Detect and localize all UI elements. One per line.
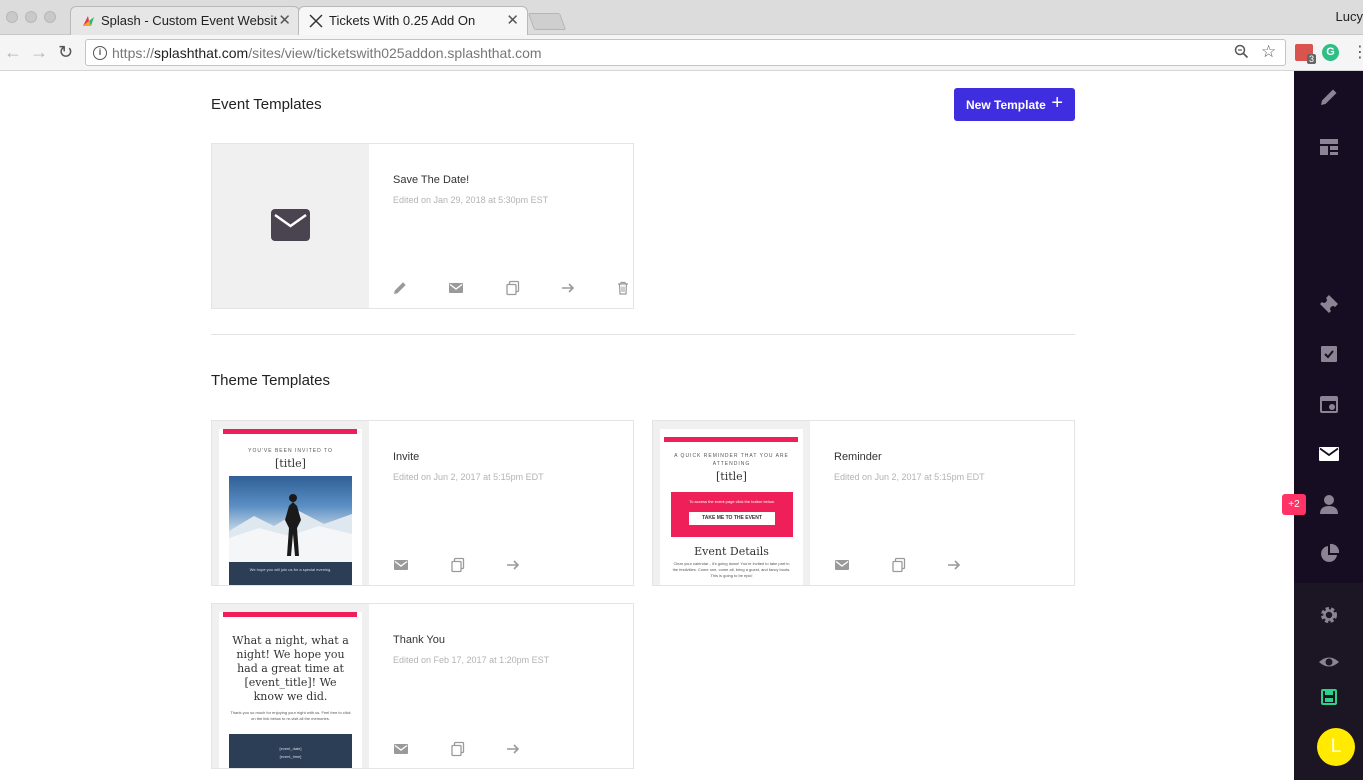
theme-template-card-thank-you[interactable]: What a night, what a night! We hope you … xyxy=(211,603,634,769)
thumb-title: [title] xyxy=(275,457,306,470)
send-email-icon[interactable] xyxy=(393,557,409,573)
plus-icon: + xyxy=(1051,92,1063,114)
template-title: Reminder xyxy=(834,451,882,463)
send-email-icon[interactable] xyxy=(393,741,409,757)
duplicate-icon[interactable] xyxy=(505,280,521,296)
zoom-icon[interactable] xyxy=(1234,44,1249,63)
thumb-kicker: YOU'VE BEEN INVITED TO xyxy=(248,448,333,454)
thumb-cta-text: To access the event page click the butto… xyxy=(689,499,775,504)
section-divider xyxy=(211,334,1075,335)
layout-icon[interactable] xyxy=(1294,136,1363,163)
event-templates-heading: Event Templates xyxy=(211,96,322,113)
info-icon[interactable]: i xyxy=(93,46,107,60)
close-icon[interactable]: ✕ xyxy=(278,11,291,29)
email-preview: A QUICK REMINDER THAT YOU ARE ATTENDING … xyxy=(660,429,803,585)
editor-sidebar xyxy=(1294,71,1363,780)
thumb-kicker: A QUICK REMINDER THAT YOU ARE ATTENDING xyxy=(674,453,789,467)
arrow-right-icon[interactable] xyxy=(560,280,576,296)
extension-badge-icon[interactable]: 3 xyxy=(1295,44,1316,64)
tab-title: Tickets With 0.25 Add On xyxy=(329,13,476,28)
settings-gear-icon[interactable] xyxy=(1294,604,1363,631)
thumb-footer-text: We hope you will join us for a special e… xyxy=(249,567,332,572)
forward-arrow-icon[interactable]: → xyxy=(30,42,48,63)
thumb-footer-block: We hope you will join us for a special e… xyxy=(229,562,352,585)
checkin-icon[interactable] xyxy=(1294,343,1363,370)
template-title: Thank You xyxy=(393,634,445,646)
thumb-body: Clear your calendar - it's going down! Y… xyxy=(672,561,791,578)
template-title: Save The Date! xyxy=(393,174,470,186)
event-template-card[interactable]: Save The Date! Edited on Jan 29, 2018 at… xyxy=(211,143,634,309)
preview-eye-icon[interactable] xyxy=(1294,651,1363,678)
browser-profile-name[interactable]: Lucy xyxy=(1336,9,1363,24)
template-edited-date: Edited on Jun 2, 2017 at 5:15pm EDT xyxy=(393,472,544,482)
close-icon[interactable]: ✕ xyxy=(506,11,519,29)
calendar-icon[interactable] xyxy=(1294,393,1363,420)
arrow-right-icon[interactable] xyxy=(505,741,521,757)
splash-favicon-icon xyxy=(81,14,95,28)
template-edited-date: Edited on Jan 29, 2018 at 5:30pm EST xyxy=(393,195,549,205)
thumb-heading: What a night, what a night! We hope you … xyxy=(232,634,349,703)
new-tab-button[interactable] xyxy=(527,13,567,30)
thumb-time: [event_time] xyxy=(279,754,302,759)
analytics-pie-icon[interactable] xyxy=(1294,543,1363,570)
notification-badge[interactable]: +2 xyxy=(1282,494,1306,515)
mountain-photo xyxy=(229,476,352,562)
avatar[interactable]: L xyxy=(1317,728,1355,766)
bookmark-star-icon[interactable]: ☆ xyxy=(1261,42,1276,62)
back-arrow-icon[interactable]: ← xyxy=(4,42,22,63)
envelope-icon xyxy=(271,209,310,246)
email-preview: What a night, what a night! We hope you … xyxy=(219,612,362,768)
thumb-date: [event_date] xyxy=(279,746,302,751)
send-email-icon[interactable] xyxy=(448,280,464,296)
edit-pencil-icon[interactable] xyxy=(392,280,408,296)
thumb-section-title: Event Details xyxy=(694,545,769,558)
reload-icon[interactable]: ↻ xyxy=(58,42,73,63)
send-email-icon[interactable] xyxy=(834,557,850,573)
address-bar[interactable]: i https://splashthat.com/sites/view/tick… xyxy=(85,39,1286,66)
new-template-button[interactable]: New Template + xyxy=(954,88,1075,121)
save-floppy-icon[interactable] xyxy=(1294,687,1363,712)
arrow-right-icon[interactable] xyxy=(946,557,962,573)
url-text[interactable]: https://splashthat.com/sites/view/ticket… xyxy=(112,45,542,61)
template-thumbnail: What a night, what a night! We hope you … xyxy=(212,604,369,768)
template-thumbnail: A QUICK REMINDER THAT YOU ARE ATTENDING … xyxy=(653,421,810,585)
browser-toolbar: ← → ↻ i https://splashthat.com/sites/vie… xyxy=(0,35,1363,71)
window-minimize-dot[interactable] xyxy=(25,11,37,23)
theme-template-card-reminder[interactable]: A QUICK REMINDER THAT YOU ARE ATTENDING … xyxy=(652,420,1075,586)
accent-bar xyxy=(223,612,357,617)
accent-bar xyxy=(664,437,798,442)
thumb-footer-block: [event_date] [event_time] xyxy=(229,734,352,768)
theme-templates-heading: Theme Templates xyxy=(211,372,330,389)
template-edited-date: Edited on Feb 17, 2017 at 1:20pm EST xyxy=(393,655,550,665)
arrow-right-icon[interactable] xyxy=(505,557,521,573)
theme-template-card-invite[interactable]: YOU'VE BEEN INVITED TO [title] We hope y… xyxy=(211,420,634,586)
email-preview: YOU'VE BEEN INVITED TO [title] We hope y… xyxy=(219,429,362,585)
template-thumbnail: YOU'VE BEEN INVITED TO [title] We hope y… xyxy=(212,421,369,585)
ticket-icon[interactable] xyxy=(1294,293,1363,320)
email-icon[interactable] xyxy=(1294,443,1363,470)
template-edited-date: Edited on Jun 2, 2017 at 5:15pm EDT xyxy=(834,472,985,482)
thumb-cta-block: To access the event page click the butto… xyxy=(671,492,793,537)
thumb-body: Thank you so much for enjoying your nigh… xyxy=(230,710,351,721)
grammarly-extension-icon[interactable]: G xyxy=(1322,44,1339,61)
crossed-tools-favicon-icon xyxy=(309,14,323,28)
browser-tab-splash[interactable]: Splash - Custom Event Websit ✕ xyxy=(70,6,300,35)
browser-tab-tickets[interactable]: Tickets With 0.25 Add On ✕ xyxy=(298,6,528,35)
window-close-dot[interactable] xyxy=(6,11,18,23)
template-title: Invite xyxy=(393,451,420,463)
thumb-title: [title] xyxy=(716,470,747,483)
window-zoom-dot[interactable] xyxy=(44,11,56,23)
thumb-cta-button: TAKE ME TO THE EVENT xyxy=(689,512,775,525)
edit-pencil-icon[interactable] xyxy=(1294,86,1363,113)
duplicate-icon[interactable] xyxy=(891,557,907,573)
browser-menu-icon[interactable]: ⋮ xyxy=(1352,42,1363,62)
tab-title: Splash - Custom Event Websit xyxy=(101,13,277,28)
accent-bar xyxy=(223,429,357,434)
duplicate-icon[interactable] xyxy=(450,741,466,757)
trash-icon[interactable] xyxy=(615,280,631,296)
template-thumbnail xyxy=(212,144,369,308)
duplicate-icon[interactable] xyxy=(450,557,466,573)
browser-tab-bar: Splash - Custom Event Websit ✕ Tickets W… xyxy=(0,0,1363,35)
